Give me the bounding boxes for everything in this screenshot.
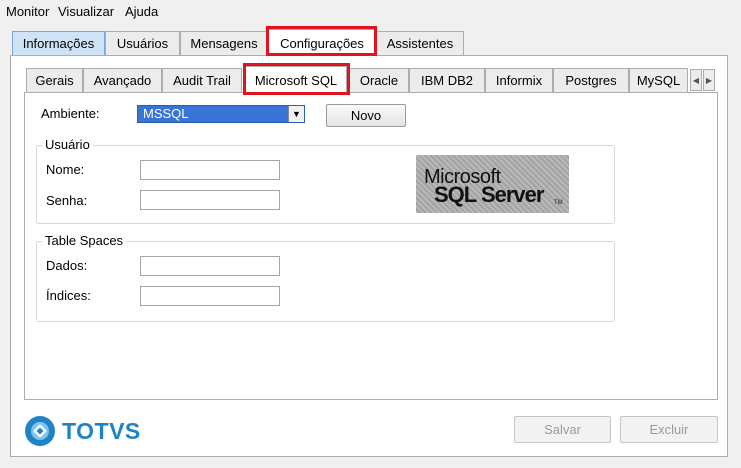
tab-label: IBM DB2 <box>420 73 473 88</box>
ambiente-select[interactable]: MSSQL ▼ <box>137 105 305 123</box>
tab-mensagens[interactable]: Mensagens <box>180 31 268 55</box>
tab-mysql[interactable]: MySQL <box>629 68 688 92</box>
tab-audit-trail[interactable]: Audit Trail <box>162 68 242 92</box>
tablespaces-group <box>36 241 615 322</box>
tab-label: Informix <box>495 73 543 88</box>
tablespaces-group-title: Table Spaces <box>42 233 127 248</box>
tab-label: Gerais <box>35 73 74 88</box>
indices-input[interactable] <box>140 286 280 306</box>
menu-ajuda[interactable]: Ajuda <box>125 4 158 19</box>
tab-informacoes[interactable]: Informações <box>12 31 105 55</box>
novo-button[interactable]: Novo <box>326 104 406 127</box>
chevron-down-icon[interactable]: ▼ <box>288 106 304 122</box>
sql-server-logo: Microsoft SQL Server TM <box>416 155 569 213</box>
tab-usuarios[interactable]: Usuários <box>105 31 180 55</box>
indices-label: Índices: <box>46 288 91 303</box>
tab-postgres[interactable]: Postgres <box>553 68 629 92</box>
dados-input[interactable] <box>140 256 280 276</box>
tab-oracle[interactable]: Oracle <box>349 68 409 92</box>
totvs-icon <box>24 415 56 447</box>
button-label: Salvar <box>544 422 581 437</box>
logo-text-sql-server: SQL Server <box>434 182 544 207</box>
tab-label: MySQL <box>636 73 681 88</box>
button-label: Excluir <box>649 422 689 437</box>
tab-label: Microsoft SQL <box>254 72 338 88</box>
ambiente-label: Ambiente: <box>41 106 100 121</box>
tab-configuracoes[interactable]: Configurações <box>268 29 376 56</box>
usuario-group-title: Usuário <box>42 137 93 152</box>
tab-avancado[interactable]: Avançado <box>83 68 162 92</box>
tab-label: Postgres <box>565 73 617 88</box>
tab-assistentes[interactable]: Assistentes <box>376 31 464 55</box>
ambiente-value: MSSQL <box>143 106 189 121</box>
tab-microsoft-sql[interactable]: Microsoft SQL <box>245 66 347 93</box>
senha-input[interactable] <box>140 190 280 210</box>
tab-label: Oracle <box>359 73 399 88</box>
button-label: Novo <box>350 108 382 123</box>
tab-label: Configurações <box>280 35 364 51</box>
tab-label: Assistentes <box>386 36 454 51</box>
tab-gerais[interactable]: Gerais <box>26 68 83 92</box>
totvs-logo: TOTVS <box>24 414 140 448</box>
tab-label: Mensagens <box>190 36 258 51</box>
salvar-button[interactable]: Salvar <box>514 416 611 443</box>
nome-input[interactable] <box>140 160 280 180</box>
menu-monitor[interactable]: Monitor <box>6 4 49 19</box>
totvs-brand-text: TOTVS <box>62 417 141 444</box>
tab-informix[interactable]: Informix <box>485 68 553 92</box>
nome-label: Nome: <box>46 162 85 177</box>
tab-label: Avançado <box>93 73 152 88</box>
tab-ibm-db2[interactable]: IBM DB2 <box>409 68 485 92</box>
dados-label: Dados: <box>46 258 88 273</box>
menu-visualizar[interactable]: Visualizar <box>58 4 114 19</box>
tab-label: Usuários <box>116 36 169 51</box>
scroll-right-icon[interactable]: ▶ <box>703 69 715 91</box>
tab-label: Informações <box>22 36 95 51</box>
excluir-button[interactable]: Excluir <box>620 416 718 443</box>
senha-label: Senha: <box>46 193 88 208</box>
tab-label: Audit Trail <box>173 73 231 88</box>
logo-text-tm: TM <box>554 200 563 206</box>
scroll-left-icon[interactable]: ◀ <box>690 69 702 91</box>
